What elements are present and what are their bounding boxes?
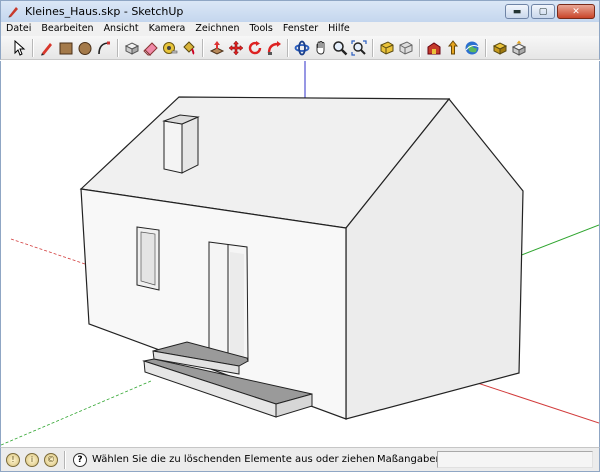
menu-tools[interactable]: Tools — [244, 22, 277, 36]
eraser-tool-icon[interactable] — [141, 38, 160, 58]
credits-icon[interactable]: i — [25, 452, 39, 467]
status-bar: ! i © ? Wählen Sie die zu löschenden Ele… — [0, 447, 600, 472]
circle-tool-icon[interactable] — [75, 38, 94, 58]
share-component-icon[interactable] — [509, 38, 528, 58]
rotate-tool-icon[interactable] — [245, 38, 264, 58]
move-tool-icon[interactable] — [226, 38, 245, 58]
status-separator — [64, 450, 65, 469]
toolbar-separator — [287, 38, 288, 57]
geolocation-icon[interactable]: ! — [6, 452, 20, 467]
zoom-tool-icon[interactable] — [330, 38, 349, 58]
paint-bucket-tool-icon[interactable] — [179, 38, 198, 58]
menu-ansicht[interactable]: Ansicht — [99, 22, 144, 36]
main-toolbar — [0, 36, 600, 60]
measurements-input[interactable] — [437, 451, 593, 468]
toolbar-separator — [485, 38, 486, 57]
maximize-button[interactable]: ▢ — [531, 4, 555, 19]
title-bar: Kleines_Haus.skp - SketchUp ▬ ▢ ✕ — [0, 0, 600, 22]
status-message: Wählen Sie die zu löschenden Elemente au… — [92, 454, 375, 465]
help-icon[interactable]: ? — [73, 452, 87, 467]
pencil-line-tool-icon[interactable] — [37, 38, 56, 58]
toolbar-separator — [32, 38, 33, 57]
push-pull-tool-icon[interactable] — [207, 38, 226, 58]
next-view-icon[interactable] — [396, 38, 415, 58]
pan-tool-icon[interactable] — [311, 38, 330, 58]
toolbar-separator — [202, 38, 203, 57]
rectangle-tool-icon[interactable] — [56, 38, 75, 58]
green-axis-left — [1, 380, 152, 446]
menu-bearbeiten[interactable]: Bearbeiten — [36, 22, 98, 36]
get-components-icon[interactable] — [490, 38, 509, 58]
orbit-tool-icon[interactable] — [292, 38, 311, 58]
toolbar-separator — [372, 38, 373, 57]
select-tool-icon[interactable] — [9, 38, 28, 58]
close-button[interactable]: ✕ — [557, 4, 595, 19]
chimney-side[interactable] — [181, 116, 199, 174]
model-viewport[interactable] — [0, 61, 600, 447]
toolbar-separator — [117, 38, 118, 57]
green-axis-right — [518, 224, 599, 257]
minimize-button[interactable]: ▬ — [505, 4, 529, 19]
toolbar-separator — [419, 38, 420, 57]
door-recess-shadow — [230, 252, 244, 359]
menu-datei[interactable]: Datei — [1, 22, 36, 36]
menu-zeichnen[interactable]: Zeichnen — [190, 22, 244, 36]
measurements-label: Maßangaben — [377, 454, 442, 465]
tape-measure-tool-icon[interactable] — [160, 38, 179, 58]
copyright-icon[interactable]: © — [44, 452, 58, 467]
window-title: Kleines_Haus.skp - SketchUp — [25, 5, 184, 18]
sketchup-app-icon[interactable] — [5, 4, 21, 20]
menu-bar: Datei Bearbeiten Ansicht Kamera Zeichnen… — [0, 22, 600, 36]
follow-me-tool-icon[interactable] — [264, 38, 283, 58]
window-recess — [140, 231, 156, 286]
share-model-icon[interactable] — [443, 38, 462, 58]
red-axis-left — [10, 238, 92, 267]
menu-kamera[interactable]: Kamera — [144, 22, 191, 36]
menu-hilfe[interactable]: Hilfe — [323, 22, 355, 36]
chimney-front[interactable] — [163, 120, 183, 174]
google-earth-icon[interactable] — [462, 38, 481, 58]
zoom-extents-icon[interactable] — [349, 38, 368, 58]
make-component-icon[interactable] — [122, 38, 141, 58]
previous-view-icon[interactable] — [377, 38, 396, 58]
menu-fenster[interactable]: Fenster — [278, 22, 323, 36]
arc-tool-icon[interactable] — [94, 38, 113, 58]
get-models-icon[interactable] — [424, 38, 443, 58]
